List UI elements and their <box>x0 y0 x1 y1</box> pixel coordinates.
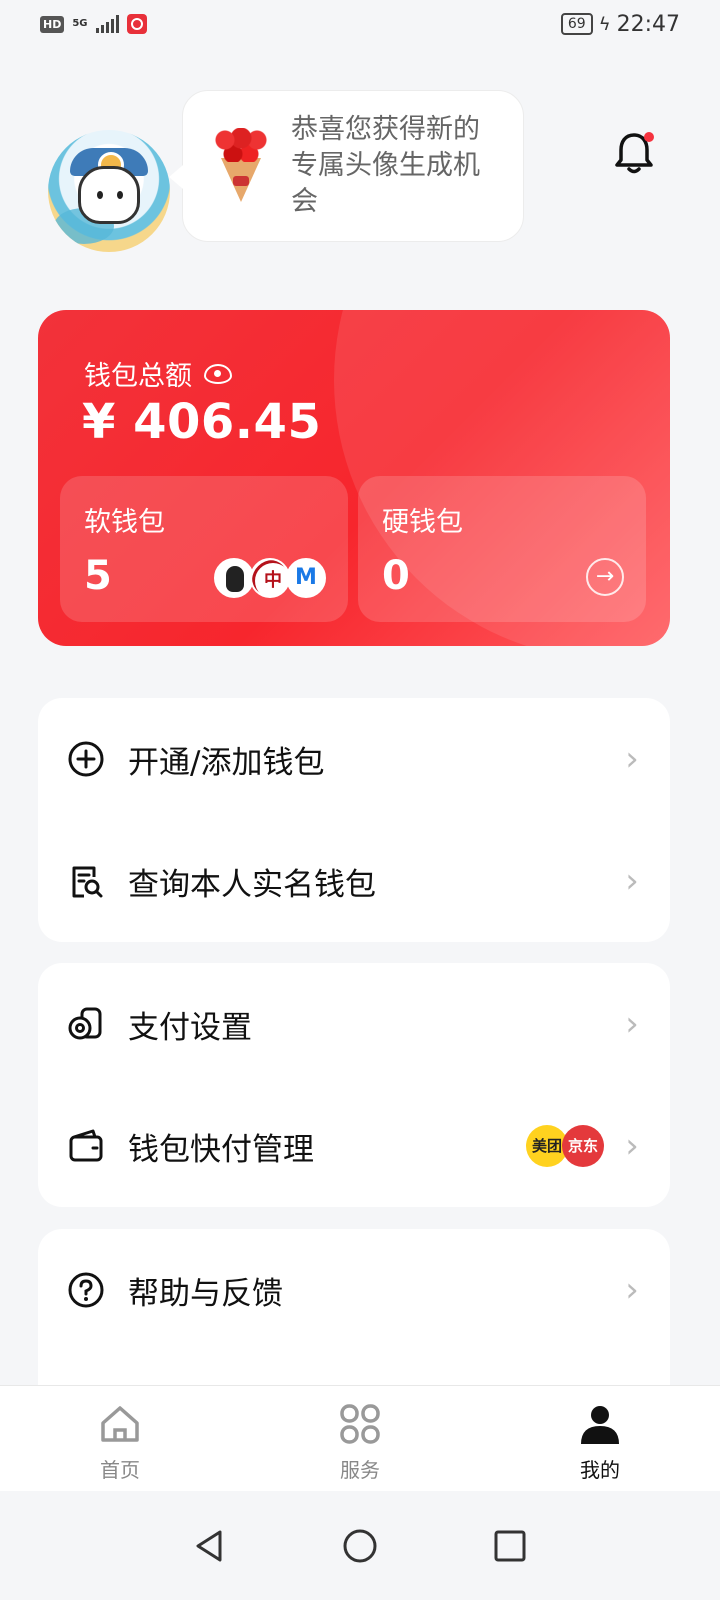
bouquet-icon <box>213 128 269 204</box>
menu-group-wallet: 开通/添加钱包 › 查询本人实名钱包 › <box>38 698 670 942</box>
wallet-total-amount: ¥ 406.45 <box>82 394 322 450</box>
tab-label: 首页 <box>100 1458 140 1482</box>
hard-wallet-label: 硬钱包 <box>382 507 463 538</box>
hard-wallet-card[interactable]: 硬钱包 0 → <box>358 476 646 622</box>
wallet-summary-card[interactable]: 钱包总额 ¥ 406.45 软钱包 5 硬钱包 0 → <box>38 310 670 646</box>
menu-group-payment: 支付设置 › 钱包快付管理 美团 京东 › <box>38 963 670 1207</box>
status-bar: HD 5G 69 ϟ 22:47 <box>0 0 720 48</box>
question-circle-icon <box>66 1270 106 1310</box>
person-icon <box>581 1406 619 1444</box>
arrow-right-icon[interactable]: → <box>586 558 624 596</box>
status-left: HD 5G <box>40 14 147 34</box>
hd-badge: HD <box>40 15 65 33</box>
coins-icon <box>66 1004 106 1044</box>
signal-icon <box>95 15 119 33</box>
menu-label: 钱包快付管理 <box>128 1131 314 1168</box>
home-icon <box>101 1406 139 1442</box>
wallet-total-label: 钱包总额 <box>84 361 192 392</box>
home-circle-icon[interactable] <box>340 1526 380 1566</box>
menu-item-query-wallet[interactable]: 查询本人实名钱包 › <box>38 820 670 942</box>
menu-item-open-wallet[interactable]: 开通/添加钱包 › <box>38 698 670 820</box>
eye-icon[interactable] <box>204 363 232 384</box>
notification-bell-button[interactable] <box>612 130 656 176</box>
promo-text: 恭喜您获得新的专属头像生成机会 <box>291 114 480 217</box>
tab-home[interactable]: 首页 <box>0 1386 240 1491</box>
avatar[interactable] <box>48 130 170 252</box>
network-type: 5G <box>72 18 88 29</box>
status-right: 69 ϟ 22:47 <box>560 11 680 37</box>
soft-wallet-card[interactable]: 软钱包 5 <box>60 476 348 622</box>
chevron-right-icon: › <box>625 1126 639 1166</box>
menu-label: 支付设置 <box>128 1009 252 1046</box>
charging-icon: ϟ <box>598 13 611 35</box>
chevron-right-icon: › <box>625 739 639 779</box>
menu-label: 查询本人实名钱包 <box>128 866 376 903</box>
recents-square-icon[interactable] <box>490 1526 530 1566</box>
menu-label: 帮助与反馈 <box>128 1275 283 1312</box>
unread-dot <box>644 132 654 142</box>
tab-label: 我的 <box>580 1458 620 1482</box>
battery-icon: 69 <box>560 13 593 35</box>
search-document-icon <box>66 861 106 901</box>
menu-item-payment-settings[interactable]: 支付设置 › <box>38 963 670 1085</box>
chevron-right-icon: › <box>625 1004 639 1044</box>
bank-of-china-icon <box>250 558 290 598</box>
chevron-right-icon: › <box>625 1270 639 1310</box>
plus-circle-icon <box>66 739 106 779</box>
tab-mine[interactable]: 我的 <box>480 1386 720 1491</box>
wallet-total-label-row: 钱包总额 <box>84 354 232 393</box>
chevron-right-icon: › <box>625 861 639 901</box>
grid-icon <box>340 1404 380 1444</box>
menu-item-quick-pay[interactable]: 钱包快付管理 美团 京东 › <box>38 1085 670 1207</box>
back-icon[interactable] <box>190 1526 230 1566</box>
tab-services[interactable]: 服务 <box>240 1386 480 1491</box>
app-notification-icon <box>126 14 147 34</box>
qq-penguin-icon <box>214 558 254 598</box>
menu-item-help-feedback[interactable]: 帮助与反馈 › <box>38 1229 670 1351</box>
tab-label: 服务 <box>340 1458 380 1482</box>
soft-wallet-label: 软钱包 <box>84 507 165 538</box>
wallet-icon <box>66 1126 106 1166</box>
bank-m-icon <box>286 558 326 598</box>
bottom-tab-bar: 首页 服务 我的 <box>0 1385 720 1491</box>
clock: 22:47 <box>616 11 680 37</box>
avatar-promo-bubble[interactable]: 恭喜您获得新的专属头像生成机会 <box>169 90 524 242</box>
menu-label: 开通/添加钱包 <box>128 744 325 781</box>
soft-wallet-logos <box>214 558 326 598</box>
system-nav-bar <box>0 1491 720 1600</box>
jd-logo: 京东 <box>562 1125 604 1167</box>
quick-pay-logos: 美团 京东 <box>526 1125 604 1167</box>
